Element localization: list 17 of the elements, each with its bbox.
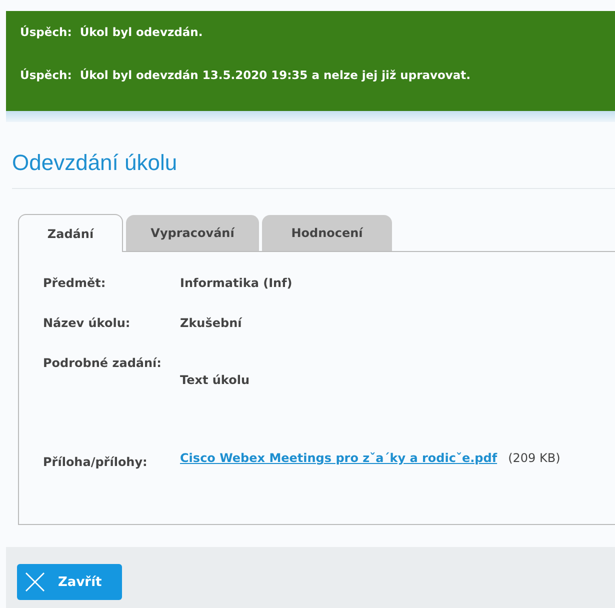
tab[interactable]: Hodnocení [262,215,392,251]
close-icon [25,572,45,592]
field-label: Příloha/přílohy: [43,455,148,469]
success-message: Úspěch: Úkol byl odevzdán. [20,25,204,39]
tab[interactable]: Vypracování [126,215,259,251]
field-label: Podrobné zadání: [43,356,162,370]
field-value: Informatika (Inf) [180,276,292,290]
tab[interactable]: Zadání [18,214,123,252]
field-label: Název úkolu: [43,316,132,330]
field-value: Text úkolu [180,373,250,387]
success-message: Úspěch: Úkol byl odevzdán 13.5.2020 19:35 a nelze jej již upravovat. [20,68,472,82]
field-value: Zkušební [180,316,242,330]
file-size: (209 KB) [508,451,560,465]
field-label: Předmět: [43,276,107,290]
attachment-link[interactable]: Cisco Webex Meetings pro zˇa´ky a rodicˇe.pdf [180,451,498,465]
page-title: Odevzdání úkolu [12,150,615,189]
close-button[interactable]: Zavřít [17,564,122,600]
